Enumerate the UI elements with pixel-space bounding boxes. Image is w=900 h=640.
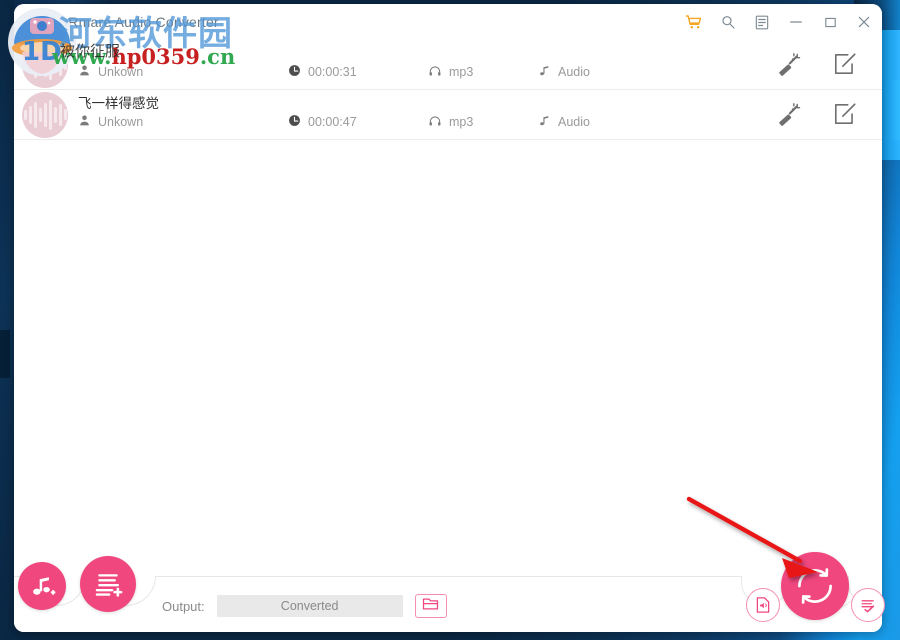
window-controls: [684, 4, 874, 40]
duration-value: 00:00:31: [308, 65, 357, 79]
app-window: DRmare Audio Converter Unkown 00:00:31 m…: [14, 4, 882, 632]
magic-wand-icon[interactable]: [776, 101, 804, 129]
output-label: Output:: [162, 598, 205, 614]
folder-icon: [422, 597, 439, 616]
add-files-button[interactable]: [18, 562, 66, 610]
search-icon[interactable]: [718, 12, 738, 32]
output-path-field[interactable]: Converted: [216, 595, 403, 617]
file-list: Unkown 00:00:31 mp3 Audio 飞一样得感觉 Unkown …: [14, 40, 882, 140]
app-title: DRmare Audio Converter: [58, 14, 219, 30]
title-bar[interactable]: DRmare Audio Converter: [14, 4, 882, 40]
waveform-icon: [22, 99, 68, 130]
artist-name: Unkown: [98, 115, 144, 129]
magic-wand-icon[interactable]: [776, 51, 804, 79]
type-cell: Audio: [538, 64, 658, 80]
row-actions: [776, 51, 860, 79]
table-row[interactable]: 飞一样得感觉 Unkown 00:00:47 mp3 Audio: [14, 90, 882, 140]
type-value: Audio: [558, 65, 590, 79]
user-icon: [78, 64, 91, 80]
music-note-icon: [538, 114, 551, 130]
format-cell: mp3: [428, 114, 538, 131]
headphones-icon: [428, 64, 442, 81]
desktop-background: DRmare Audio Converter Unkown 00:00:31 m…: [0, 0, 900, 640]
clock-icon: [288, 114, 301, 130]
format-value: mp3: [449, 65, 474, 79]
close-icon[interactable]: [854, 12, 874, 32]
duration-cell: 00:00:31: [288, 64, 428, 80]
row-actions: [776, 101, 860, 129]
desktop-left-edge: [0, 0, 14, 640]
merge-files-button[interactable]: [746, 588, 780, 622]
track-meta: Unkown 00:00:47 mp3 Audio: [78, 114, 776, 131]
convert-button[interactable]: [781, 552, 849, 620]
edit-icon[interactable]: [832, 101, 860, 129]
menu-icon[interactable]: [752, 12, 772, 32]
clock-icon: [288, 64, 301, 80]
cart-icon[interactable]: [684, 12, 704, 32]
type-value: Audio: [558, 115, 590, 129]
duration-cell: 00:00:47: [288, 114, 428, 130]
headphones-icon: [428, 114, 442, 131]
output-group: Output: Converted: [162, 594, 447, 618]
artist-cell: Unkown: [78, 114, 288, 130]
duration-value: 00:00:47: [308, 115, 357, 129]
artist-cell: Unkown: [78, 64, 288, 80]
type-cell: Audio: [538, 114, 658, 130]
track-title: 飞一样得感觉: [78, 95, 159, 111]
row-content: Unkown 00:00:31 mp3 Audio: [78, 40, 776, 90]
format-value: mp3: [449, 115, 474, 129]
maximize-icon[interactable]: [820, 12, 840, 32]
converted-history-button[interactable]: [851, 588, 885, 622]
edit-icon[interactable]: [832, 51, 860, 79]
waveform-icon: [22, 49, 68, 80]
album-art-thumbnail: [22, 41, 68, 88]
music-note-icon: [538, 64, 551, 80]
format-cell: mp3: [428, 64, 538, 81]
artist-name: Unkown: [98, 65, 144, 79]
add-playlist-button[interactable]: [80, 556, 136, 612]
table-row[interactable]: Unkown 00:00:31 mp3 Audio: [14, 40, 882, 90]
minimize-icon[interactable]: [786, 12, 806, 32]
browse-folder-button[interactable]: [414, 594, 447, 618]
desktop-left-edge-dark: [0, 330, 10, 378]
track-meta: Unkown 00:00:31 mp3 Audio: [78, 64, 776, 81]
album-art-thumbnail: [22, 91, 68, 138]
row-content: 飞一样得感觉 Unkown 00:00:47 mp3 Audio: [78, 90, 776, 140]
user-icon: [78, 114, 91, 130]
